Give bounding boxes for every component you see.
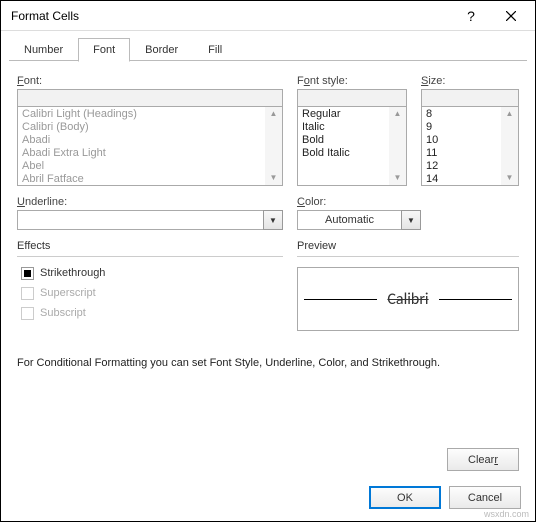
font-option[interactable]: Abel <box>22 160 264 173</box>
scroll-up-icon[interactable]: ▲ <box>506 107 514 121</box>
font-option[interactable]: Calibri Light (Headings) <box>22 108 264 121</box>
font-option[interactable]: Abadi <box>22 134 264 147</box>
label-fontstyle: Font style: <box>297 75 407 87</box>
size-input[interactable] <box>421 89 519 107</box>
size-option[interactable]: 14 <box>426 173 500 186</box>
checkbox-icon <box>21 307 34 320</box>
font-listbox[interactable]: Calibri Light (Headings) Calibri (Body) … <box>17 106 283 186</box>
scroll-down-icon[interactable]: ▼ <box>394 171 402 185</box>
size-listbox[interactable]: 8 9 10 11 12 14 ▲▼ <box>421 106 519 186</box>
help-button[interactable]: ? <box>453 2 489 30</box>
close-button[interactable] <box>489 2 533 30</box>
color-combo[interactable]: Automatic ▼ <box>297 210 421 230</box>
tab-number[interactable]: Number <box>9 38 78 62</box>
chevron-down-icon[interactable]: ▼ <box>263 210 283 230</box>
underline-value <box>17 210 264 230</box>
size-option[interactable]: 8 <box>426 108 500 121</box>
scrollbar[interactable]: ▲▼ <box>389 107 406 185</box>
format-cells-dialog: Format Cells ? Number Font Border Fill F… <box>0 0 536 522</box>
close-icon <box>506 11 516 21</box>
font-input[interactable] <box>17 89 283 107</box>
scrollbar[interactable]: ▲▼ <box>265 107 282 185</box>
label-size: Size: <box>421 75 519 87</box>
label-font: Font: <box>17 75 283 87</box>
underline-combo[interactable]: ▼ <box>17 210 283 230</box>
dialog-buttons: OK Cancel <box>369 486 521 509</box>
scrollbar[interactable]: ▲▼ <box>501 107 518 185</box>
fontstyle-option[interactable]: Regular <box>302 108 388 121</box>
label-underline: Underline: <box>17 196 283 208</box>
checkbox-icon <box>21 267 34 280</box>
tab-border[interactable]: Border <box>130 38 193 62</box>
tab-font[interactable]: Font <box>78 38 130 62</box>
checkbox-subscript: Subscript <box>21 303 283 323</box>
scroll-up-icon[interactable]: ▲ <box>394 107 402 121</box>
checkbox-superscript: Superscript <box>21 283 283 303</box>
preview-text: Calibri <box>377 290 438 309</box>
font-option[interactable]: Abadi Extra Light <box>22 147 264 160</box>
checkbox-icon <box>21 287 34 300</box>
note-text: For Conditional Formatting you can set F… <box>17 357 519 369</box>
label-color: Color: <box>297 196 421 208</box>
titlebar: Format Cells ? <box>1 1 535 31</box>
fontstyle-input[interactable] <box>297 89 407 107</box>
group-label-preview: Preview <box>297 240 519 252</box>
checkbox-strikethrough[interactable]: Strikethrough <box>21 263 283 283</box>
fontstyle-listbox[interactable]: Regular Italic Bold Bold Italic ▲▼ <box>297 106 407 186</box>
chevron-down-icon[interactable]: ▼ <box>401 210 421 230</box>
cancel-button[interactable]: Cancel <box>449 486 521 509</box>
ok-button[interactable]: OK <box>369 486 441 509</box>
tab-content-font: Font: Calibri Light (Headings) Calibri (… <box>1 61 535 379</box>
fontstyle-option[interactable]: Bold Italic <box>302 147 388 160</box>
scroll-down-icon[interactable]: ▼ <box>506 171 514 185</box>
preview-box: Calibri <box>297 267 519 331</box>
tab-fill[interactable]: Fill <box>193 38 237 62</box>
size-option[interactable]: 9 <box>426 121 500 134</box>
size-option[interactable]: 12 <box>426 160 500 173</box>
size-option[interactable]: 11 <box>426 147 500 160</box>
window-title: Format Cells <box>11 9 453 23</box>
scroll-down-icon[interactable]: ▼ <box>270 171 278 185</box>
color-value: Automatic <box>297 210 402 230</box>
size-option[interactable]: 10 <box>426 134 500 147</box>
tabs: Number Font Border Fill <box>9 37 527 61</box>
font-option[interactable]: Calibri (Body) <box>22 121 264 134</box>
clear-button[interactable]: Clearr <box>447 448 519 471</box>
group-label-effects: Effects <box>17 240 283 252</box>
scroll-up-icon[interactable]: ▲ <box>270 107 278 121</box>
font-option[interactable]: Abril Fatface <box>22 173 264 186</box>
fontstyle-option[interactable]: Italic <box>302 121 388 134</box>
fontstyle-option[interactable]: Bold <box>302 134 388 147</box>
